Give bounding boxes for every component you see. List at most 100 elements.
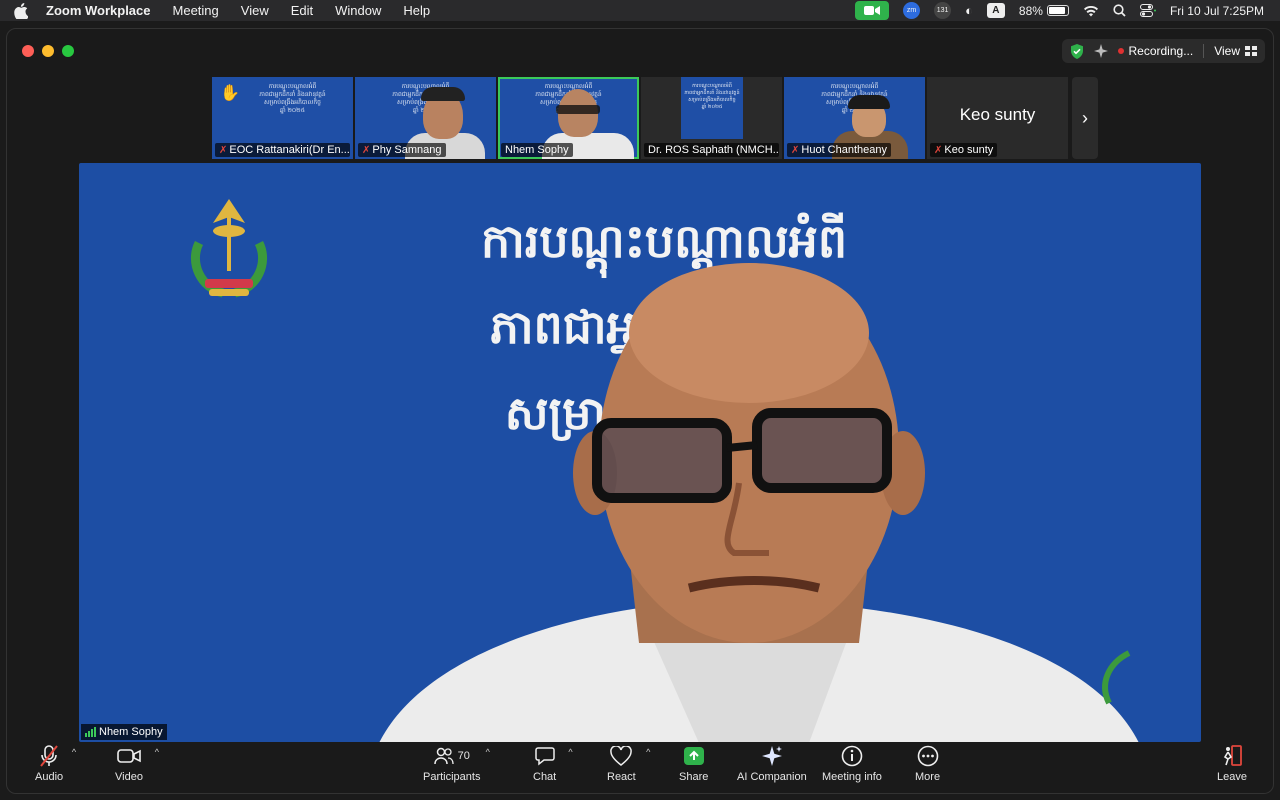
meeting-info-label: Meeting info	[822, 771, 882, 783]
menu-window[interactable]: Window	[335, 3, 381, 18]
input-source-icon[interactable]: A	[986, 3, 1005, 18]
participant-video: ការបណ្តុះបណ្តាលអំពី ភាពជាអ្នកដឹកនាំ និងន…	[681, 77, 743, 139]
audio-label: Audio	[35, 771, 64, 783]
wifi-icon[interactable]	[1083, 5, 1099, 17]
share-screen-icon	[683, 747, 704, 765]
recording-label: Recording...	[1128, 44, 1194, 58]
participant-tile[interactable]: ការបណ្តុះបណ្តាលអំពី ភាពជាអ្នកដឹកនាំ និងន…	[784, 77, 925, 159]
participant-strip: ✋ ការបណ្តុះបណ្តាលអំពី ភាពជាអ្នកដឹកនាំ និ…	[212, 77, 1098, 159]
copilot-icon[interactable]: ◐	[965, 3, 973, 18]
participant-display-name: Keo sunty	[959, 105, 1036, 124]
menu-edit[interactable]: Edit	[291, 3, 313, 18]
video-options-chevron-icon[interactable]: ^	[155, 747, 159, 757]
participant-tile[interactable]: ការបណ្តុះបណ្តាលអំពី ភាពជាអ្នកដឹកនាំ និងន…	[641, 77, 782, 159]
react-options-chevron-icon[interactable]: ^	[646, 747, 650, 757]
tile-slide-text: ការបណ្តុះបណ្តាលអំពី ភាពជាអ្នកដឹកនាំ និងន…	[259, 84, 326, 114]
more-label: More	[915, 771, 941, 783]
encryption-shield-icon[interactable]	[1070, 43, 1084, 59]
participant-video	[556, 105, 600, 114]
tile-slide-text: ការបណ្តុះបណ្តាលអំពី ភាពជាអ្នកដឹកនាំ និងន…	[684, 83, 740, 110]
notification-badge-icon[interactable]: 131	[934, 2, 952, 19]
battery-status[interactable]: 88%	[1019, 4, 1069, 18]
participant-nameplate: ✗ Keo sunty	[930, 143, 998, 157]
react-button[interactable]: ^ React	[607, 745, 650, 783]
participant-name: Nhem Sophy	[505, 144, 569, 156]
meeting-info-button[interactable]: Meeting info	[822, 745, 882, 783]
fullscreen-window-button[interactable]	[62, 45, 74, 57]
audio-options-chevron-icon[interactable]: ^	[72, 747, 76, 757]
close-window-button[interactable]	[22, 45, 34, 57]
chat-options-chevron-icon[interactable]: ^	[568, 747, 572, 757]
muted-microphone-icon	[40, 745, 58, 767]
ai-companion-sparkle-icon	[761, 746, 782, 766]
speaker-video	[379, 263, 1139, 742]
participant-tile-active-speaker[interactable]: ការបណ្តុះបណ្តាលអំពី ភាពជាអ្នកដឹកនាំ និងន…	[498, 77, 639, 159]
macos-menubar: Zoom Workplace Meeting View Edit Window …	[0, 0, 1280, 21]
ministry-emblem-icon	[190, 199, 268, 298]
video-label: Video	[115, 771, 143, 783]
participant-nameplate: ✗ Phy Samnang	[358, 143, 446, 157]
participant-tile[interactable]: ការបណ្តុះបណ្តាលអំពី ភាពជាអ្នកដឹកនាំ និងន…	[355, 77, 496, 159]
battery-icon	[1046, 5, 1069, 16]
menu-view[interactable]: View	[241, 3, 269, 18]
video-camera-icon	[117, 749, 141, 763]
leave-label: Leave	[1217, 771, 1247, 783]
participants-count: 70	[457, 750, 470, 762]
ai-sparkle-icon[interactable]	[1093, 44, 1108, 58]
participant-tile[interactable]: ✋ ការបណ្តុះបណ្តាលអំពី ភាពជាអ្នកដឹកនាំ និ…	[212, 77, 353, 159]
audio-button[interactable]: ^ Audio	[35, 745, 76, 783]
leave-meeting-button[interactable]: Leave	[1217, 745, 1247, 783]
participant-video	[421, 87, 465, 101]
window-titlebar[interactable]: Recording... View	[7, 29, 1273, 73]
meeting-top-right-controls: Recording... View	[1061, 39, 1265, 63]
react-label: React	[607, 771, 636, 783]
muted-mic-icon: ✗	[362, 144, 371, 156]
apple-icon[interactable]	[14, 2, 28, 19]
menu-meeting[interactable]: Meeting	[173, 3, 219, 18]
participant-name: Huot Chantheany	[801, 144, 888, 156]
participants-button[interactable]: 70 ^ Participants	[423, 745, 490, 783]
active-speaker-video[interactable]: ការបណ្តុះបណ្តាលអំពី ភាពជាអ្នក នវានុវត្តន…	[79, 163, 1201, 742]
chat-button[interactable]: ^ Chat	[533, 745, 573, 783]
participants-icon	[433, 747, 454, 765]
menubar-clock[interactable]: Fri 10 Jul 7:25PM	[1170, 4, 1264, 18]
participant-name: Keo sunty	[944, 144, 994, 156]
heart-icon	[610, 746, 633, 766]
leave-door-icon	[1223, 745, 1242, 766]
zoom-camera-status-icon[interactable]	[855, 1, 890, 20]
more-dots-icon	[917, 745, 938, 767]
more-button[interactable]: More	[915, 745, 940, 783]
info-icon	[841, 745, 863, 767]
zoom-menubar-icon[interactable]: zm	[903, 2, 921, 19]
grid-view-icon	[1245, 46, 1257, 56]
zoom-meeting-window: Recording... View ✋ ការបណ្តុះបណ្តាលអំពី …	[6, 28, 1274, 794]
menu-help[interactable]: Help	[403, 3, 430, 18]
muted-mic-icon: ✗	[219, 144, 228, 156]
spotlight-search-icon[interactable]	[1113, 4, 1126, 17]
recording-indicator[interactable]: Recording...	[1117, 44, 1194, 58]
share-screen-button[interactable]: Share	[679, 745, 708, 783]
chat-bubble-icon	[534, 747, 555, 766]
participant-nameplate: Nhem Sophy	[501, 143, 573, 157]
minimize-window-button[interactable]	[42, 45, 54, 57]
participant-name: Dr. ROS Saphath (NMCH...	[648, 144, 779, 156]
battery-percent: 88%	[1018, 3, 1043, 18]
control-center-icon[interactable]	[1139, 4, 1156, 17]
participant-tile[interactable]: Keo sunty ✗ Keo sunty	[927, 77, 1068, 159]
next-page-chevron-icon[interactable]: ›	[1072, 77, 1098, 159]
video-button[interactable]: ^ Video	[115, 745, 159, 783]
muted-mic-icon: ✗	[791, 144, 800, 156]
participants-options-chevron-icon[interactable]: ^	[486, 747, 490, 757]
chat-label: Chat	[533, 771, 557, 783]
audio-level-icon	[85, 727, 96, 737]
ai-companion-button[interactable]: AI Companion	[737, 745, 807, 783]
participant-name: Phy Samnang	[372, 144, 442, 156]
participant-nameplate: Dr. ROS Saphath (NMCH...	[644, 143, 779, 157]
participant-nameplate: ✗ Huot Chantheany	[787, 143, 892, 157]
share-label: Share	[679, 771, 709, 783]
view-button[interactable]: View	[1214, 44, 1257, 58]
menu-app-name[interactable]: Zoom Workplace	[46, 3, 151, 18]
meeting-toolbar: ^ Audio ^ Video 70 ^ Participants ^ Chat…	[7, 741, 1273, 793]
participant-name: EOC Rattanakiri(Dr En...	[229, 144, 350, 156]
participants-label: Participants	[423, 771, 481, 783]
